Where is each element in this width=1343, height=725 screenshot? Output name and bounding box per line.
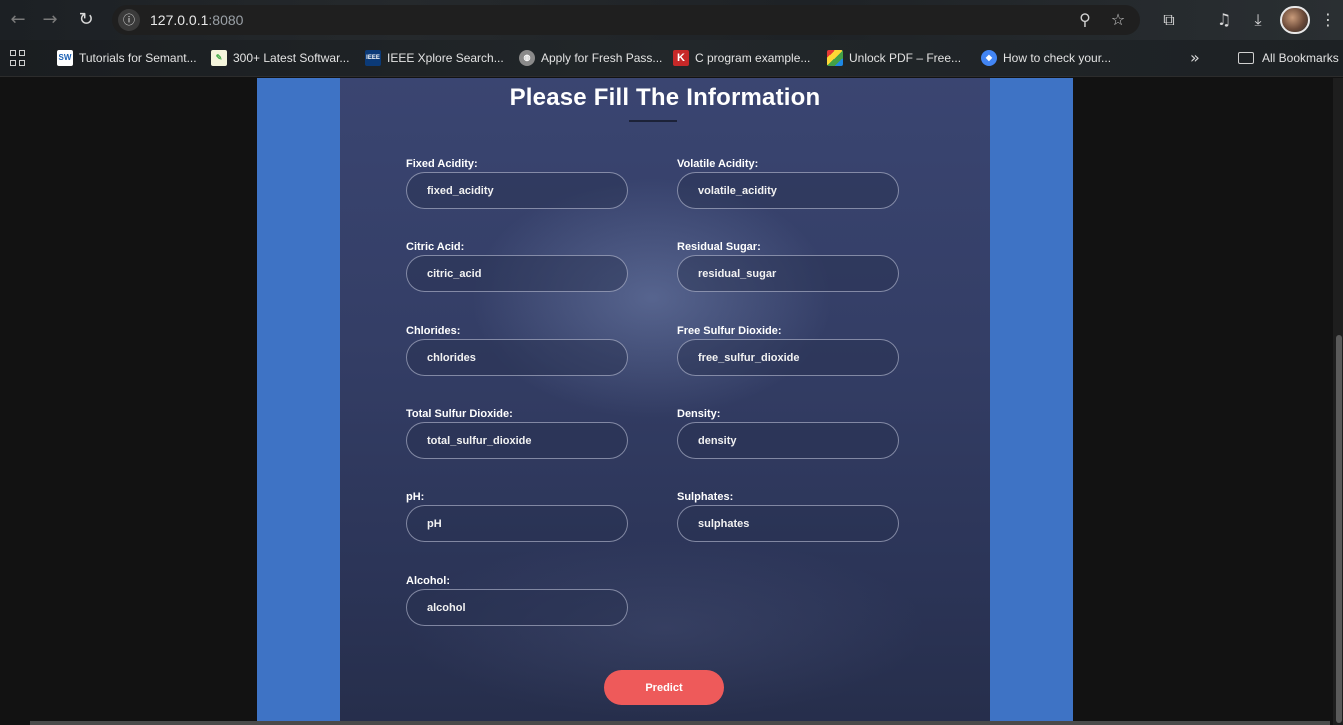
bookmark-item[interactable]: ◆ How to check your... — [981, 48, 1111, 68]
media-controls-icon[interactable]: ♫ — [1212, 8, 1236, 32]
predict-button[interactable]: Predict — [604, 670, 724, 705]
total-sulfur-dioxide-label: Total Sulfur Dioxide: — [406, 408, 513, 420]
ieee-favicon-icon: IEEE — [365, 50, 381, 66]
density-input[interactable] — [677, 422, 899, 459]
site-info-icon[interactable]: ⓘ — [118, 9, 140, 31]
k-favicon-icon: K — [673, 50, 689, 66]
bookmark-label: C program example... — [695, 51, 811, 65]
free-sulfur-dioxide-label: Free Sulfur Dioxide: — [677, 325, 782, 337]
globe-favicon-icon: ◍ — [519, 50, 535, 66]
chlorides-label: Chlorides: — [406, 325, 461, 337]
all-bookmarks-button[interactable]: All Bookmarks — [1238, 48, 1339, 68]
volatile-acidity-label: Volatile Acidity: — [677, 158, 759, 170]
page-viewport: Please Fill The Information Fixed Acidit… — [0, 78, 1343, 725]
citric-acid-label: Citric Acid: — [406, 241, 465, 253]
bookmark-item[interactable]: SW Tutorials for Semant... — [57, 48, 197, 68]
ph-input[interactable] — [406, 505, 628, 542]
reload-icon[interactable]: ↻ — [74, 8, 98, 32]
bookmark-item[interactable]: K C program example... — [673, 48, 810, 68]
density-label: Density: — [677, 408, 721, 420]
profile-avatar[interactable] — [1280, 6, 1310, 34]
bookmark-star-icon[interactable]: ☆ — [1107, 9, 1129, 31]
title-underline — [629, 120, 677, 122]
alcohol-input[interactable] — [406, 589, 628, 626]
bookmark-item[interactable]: Unlock PDF – Free... — [827, 48, 961, 68]
bookmark-label: Tutorials for Semant... — [79, 51, 197, 65]
volatile-acidity-input[interactable] — [677, 172, 899, 209]
bookmark-label: 300+ Latest Softwar... — [233, 51, 350, 65]
bookmark-label: Unlock PDF – Free... — [849, 51, 962, 65]
url-host: 127.0.0.1 — [150, 12, 209, 28]
address-bar[interactable]: ⓘ 127.0.0.1:8080 ⚲ ☆ — [112, 5, 1140, 35]
folder-icon — [1238, 52, 1254, 64]
sw-favicon-icon: SW — [57, 50, 73, 66]
sulphates-label: Sulphates: — [677, 491, 734, 503]
bookmark-item[interactable]: ◍ Apply for Fresh Pass... — [519, 48, 662, 68]
scrollbar-thumb[interactable] — [1336, 335, 1342, 723]
bookmark-item[interactable]: IEEE IEEE Xplore Search... — [365, 48, 504, 68]
form-panel: Please Fill The Information Fixed Acidit… — [340, 78, 990, 725]
leaf-favicon-icon: ✎ — [211, 50, 227, 66]
menu-icon[interactable]: ⋮ — [1318, 8, 1338, 32]
horizontal-scrollbar[interactable] — [30, 721, 1330, 725]
fixed-acidity-input[interactable] — [406, 172, 628, 209]
total-sulfur-dioxide-input[interactable] — [406, 422, 628, 459]
colorgrid-favicon-icon — [827, 50, 843, 66]
extensions-icon[interactable]: ⧉ — [1157, 8, 1181, 32]
url-text[interactable]: 127.0.0.1:8080 — [150, 12, 243, 28]
free-sulfur-dioxide-input[interactable] — [677, 339, 899, 376]
shield-favicon-icon: ◆ — [981, 50, 997, 66]
chevron-more-icon[interactable]: » — [1190, 48, 1200, 67]
bookmark-item[interactable]: ✎ 300+ Latest Softwar... — [211, 48, 349, 68]
residual-sugar-input[interactable] — [677, 255, 899, 292]
browser-toolbar: ← → ↻ ⓘ 127.0.0.1:8080 ⚲ ☆ ⧉ ♫ ⤓ ⋮ — [0, 0, 1343, 40]
download-icon[interactable]: ⤓ — [1246, 8, 1270, 32]
apps-grid-icon[interactable] — [10, 50, 26, 66]
url-port: :8080 — [208, 12, 244, 28]
citric-acid-input[interactable] — [406, 255, 628, 292]
all-bookmarks-label: All Bookmarks — [1262, 51, 1339, 65]
chlorides-input[interactable] — [406, 339, 628, 376]
bookmark-label: IEEE Xplore Search... — [387, 51, 504, 65]
forward-icon[interactable]: → — [38, 8, 62, 32]
bookmark-label: Apply for Fresh Pass... — [541, 51, 663, 65]
zoom-icon[interactable]: ⚲ — [1074, 9, 1096, 31]
alcohol-label: Alcohol: — [406, 575, 450, 587]
fixed-acidity-label: Fixed Acidity: — [406, 158, 478, 170]
bookmark-label: How to check your... — [1003, 51, 1112, 65]
page-title: Please Fill The Information — [509, 84, 821, 111]
bookmarks-bar: SW Tutorials for Semant... ✎ 300+ Latest… — [0, 40, 1343, 77]
sulphates-input[interactable] — [677, 505, 899, 542]
back-icon[interactable]: ← — [6, 8, 30, 32]
residual-sugar-label: Residual Sugar: — [677, 241, 761, 253]
ph-label: pH: — [406, 491, 425, 503]
